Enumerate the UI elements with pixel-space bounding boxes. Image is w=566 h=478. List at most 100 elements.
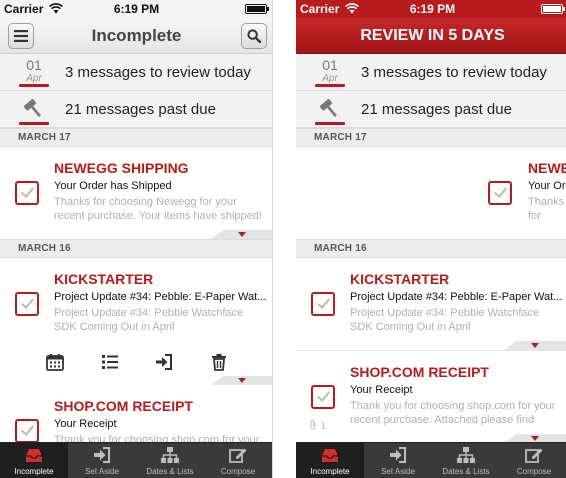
past-due-label: 21 messages past due [65, 101, 216, 118]
app-screenshot: Carrier 6:19 PM Incomplete 01 Apr 3 mess… [0, 0, 566, 478]
move-icon[interactable] [154, 352, 174, 372]
expand-toggle[interactable] [504, 341, 566, 350]
expand-toggle[interactable] [211, 230, 272, 239]
battery-icon [245, 4, 269, 14]
past-due-label: 21 messages past due [361, 101, 512, 118]
complete-checkbox[interactable] [15, 292, 39, 316]
message-item[interactable]: SHOP.COM RECEIPT Your Receipt Thank you … [0, 385, 272, 446]
phone-incomplete-screen: Carrier 6:19 PM Incomplete 01 Apr 3 mess… [0, 0, 273, 478]
inbox-icon [26, 449, 42, 462]
tab-label: Compose [516, 467, 552, 476]
date-separator: MARCH 17 [0, 128, 272, 147]
phone-review-screen: Carrier 6:19 PM REVIEW IN 5 DAYS 01 Apr … [296, 0, 566, 478]
review-today-label: 3 messages to review today [65, 64, 251, 81]
navigation-bar: Incomplete [0, 18, 272, 54]
tab-set-aside[interactable]: Set Aside [68, 443, 136, 478]
battery-icon [541, 4, 565, 14]
date-separator-label: MARCH 17 [18, 132, 71, 143]
message-sender: KICKSTARTER [350, 271, 450, 287]
list-icon[interactable] [100, 352, 120, 372]
message-subject: Project Update #34: Pebble: E-Paper Wat.… [350, 291, 562, 303]
hierarchy-icon [457, 447, 475, 463]
message-item-swiped[interactable]: NEWEGG SHIPPING Your Order has Shipped T… [296, 147, 566, 239]
message-sender: KICKSTARTER [54, 271, 154, 287]
tab-label: Set Aside [381, 467, 415, 476]
message-item-expanded[interactable]: KICKSTARTER Project Update #34: Pebble: … [0, 258, 272, 385]
clock-label: 6:19 PM [113, 2, 160, 16]
clock-label: 6:19 PM [409, 2, 456, 16]
search-icon [247, 29, 261, 43]
tab-incomplete[interactable]: Incomplete [0, 443, 68, 478]
trash-icon[interactable] [209, 352, 229, 372]
past-due-row[interactable]: 21 messages past due [0, 91, 272, 128]
message-preview: Thanks for choosing Newegg for your rece… [528, 196, 565, 222]
screen-content: Carrier 6:19 PM REVIEW IN 5 DAYS 01 Apr … [296, 0, 566, 478]
compose-icon [229, 448, 247, 463]
attachment-indicator: 1 [309, 419, 326, 432]
date-separator: MARCH 17 [296, 128, 566, 147]
gavel-icon [315, 97, 345, 125]
message-preview: Project Update #34: Pebble Watchface SDK… [54, 307, 244, 333]
calendar-month: Apr [322, 73, 338, 84]
review-banner: REVIEW IN 5 DAYS [296, 18, 566, 54]
date-separator-label: MARCH 16 [314, 243, 367, 254]
message-subject: Your Order has Shipped [54, 180, 172, 192]
review-today-label: 3 messages to review today [361, 64, 547, 81]
tab-set-aside[interactable]: Set Aside [364, 443, 432, 478]
date-separator: MARCH 16 [0, 239, 272, 258]
tab-compose[interactable]: Compose [204, 443, 272, 478]
review-today-row[interactable]: 01 Apr 3 messages to review today [0, 54, 272, 91]
tab-compose[interactable]: Compose [500, 443, 566, 478]
message-sender: SHOP.COM RECEIPT [350, 364, 489, 380]
paperclip-icon [310, 419, 316, 430]
message-item[interactable]: NEWEGG SHIPPING Your Order has Shipped T… [0, 147, 272, 239]
tab-dates-lists[interactable]: Dates & Lists [136, 443, 204, 478]
message-item[interactable]: SHOP.COM RECEIPT Your Receipt Thank you … [296, 350, 566, 443]
calendar-date-icon: 01 Apr [19, 57, 49, 87]
set-aside-icon [94, 447, 110, 463]
message-preview: Thanks for choosing Newegg for your rece… [54, 196, 262, 222]
message-preview: Thank you for choosing shop.com for your… [350, 400, 556, 426]
review-banner-title: REVIEW IN 5 DAYS [360, 27, 505, 44]
review-today-row[interactable]: 01 Apr 3 messages to review today [296, 54, 566, 91]
date-separator-label: MARCH 16 [18, 243, 71, 254]
screen-content: Carrier 6:19 PM Incomplete 01 Apr 3 mess… [0, 0, 272, 478]
inbox-icon [322, 449, 338, 462]
attachment-count: 1 [320, 420, 327, 432]
complete-checkbox[interactable] [15, 419, 39, 443]
message-subject: Project Update #34: Pebble: E-Paper Wat.… [54, 291, 266, 303]
calendar-day: 01 [26, 57, 42, 73]
gavel-icon [19, 97, 49, 125]
tab-bar: Incomplete Set Aside Dates & Lists Compo… [296, 442, 566, 478]
tab-label: Set Aside [85, 467, 119, 476]
date-separator: MARCH 16 [296, 239, 566, 258]
message-subject: Your Receipt [350, 384, 413, 396]
status-bar: Carrier 6:19 PM [296, 0, 566, 18]
calendar-date-icon: 01 Apr [315, 57, 345, 87]
tab-label: Incomplete [310, 467, 350, 476]
tab-dates-lists[interactable]: Dates & Lists [432, 443, 500, 478]
search-button[interactable] [241, 23, 267, 49]
status-bar: Carrier 6:19 PM [0, 0, 272, 18]
complete-checkbox[interactable] [488, 181, 512, 205]
tab-label: Incomplete [14, 467, 54, 476]
tab-incomplete[interactable]: Incomplete [296, 443, 364, 478]
tab-label: Dates & Lists [442, 467, 490, 476]
message-item[interactable]: KICKSTARTER Project Update #34: Pebble: … [296, 258, 566, 350]
complete-checkbox[interactable] [15, 181, 39, 205]
complete-checkbox[interactable] [311, 385, 335, 409]
calendar-icon[interactable] [45, 352, 65, 372]
page-title: Incomplete [91, 26, 182, 45]
message-subject: Your Order has Shipped [528, 180, 566, 192]
message-preview: Project Update #34: Pebble Watchface SDK… [350, 307, 540, 333]
message-sender: NEWEGG SHIPPING [54, 160, 189, 176]
past-due-row[interactable]: 21 messages past due [296, 91, 566, 128]
message-subject: Your Receipt [54, 418, 117, 430]
complete-checkbox[interactable] [311, 292, 335, 316]
set-aside-icon [390, 447, 406, 463]
hierarchy-icon [161, 447, 179, 463]
tab-label: Dates & Lists [146, 467, 194, 476]
tab-label: Compose [220, 467, 256, 476]
tab-bar: Incomplete Set Aside Dates & Lists Compo… [0, 442, 272, 478]
compose-icon [525, 448, 543, 463]
